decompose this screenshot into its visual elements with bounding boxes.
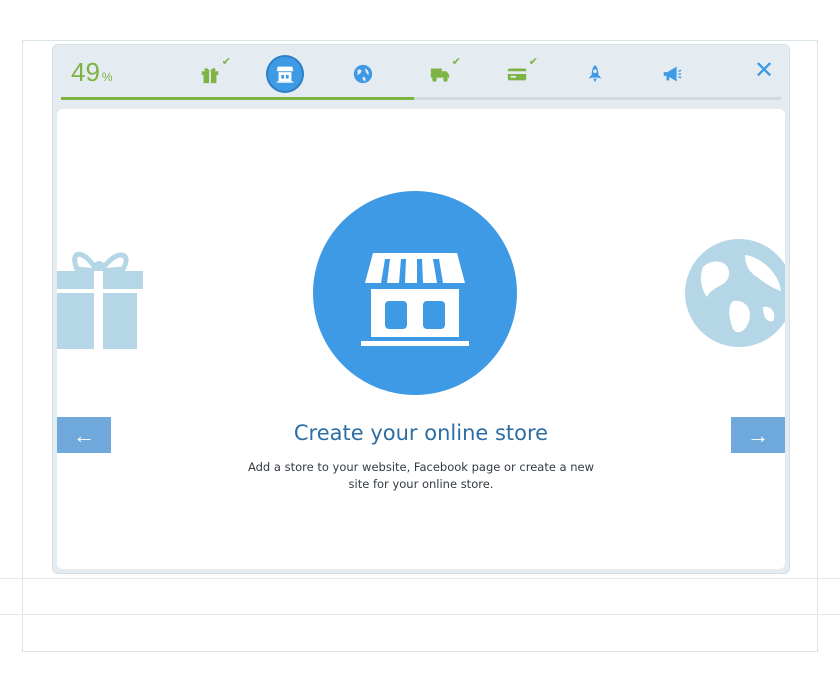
gift-icon [57, 251, 143, 349]
previous-button[interactable]: ← [57, 417, 111, 453]
next-button[interactable]: → [731, 417, 785, 453]
step-globe[interactable] [346, 57, 380, 91]
progress-percent: 49% [71, 57, 113, 88]
completed-check-icon: ✔ [221, 55, 231, 68]
globe-icon [353, 64, 373, 84]
megaphone-icon [663, 66, 682, 82]
step-delivery[interactable]: ✔ [423, 55, 461, 91]
step-gift[interactable]: ✔ [193, 55, 231, 91]
step-launch[interactable] [578, 57, 612, 91]
progress-unit: % [101, 70, 113, 84]
wizard-header: 49% ✔ ✔ ✔ ✕ [53, 45, 789, 101]
slide-title: Create your online store [293, 421, 549, 445]
progress-bar [61, 97, 781, 100]
step-payment[interactable]: ✔ [500, 55, 538, 91]
completed-check-icon: ✔ [451, 55, 461, 68]
divider [0, 578, 840, 579]
delivery-truck-icon [430, 68, 450, 82]
globe-icon [685, 239, 785, 347]
wizard-steps: ✔ ✔ ✔ [193, 55, 713, 91]
store-icon [276, 66, 294, 83]
close-button[interactable]: ✕ [751, 57, 777, 83]
arrow-right-icon: → [747, 423, 769, 448]
progress-value: 49 [71, 57, 100, 87]
gift-icon [201, 68, 219, 84]
hero-store-badge [313, 191, 517, 395]
step-store[interactable] [268, 57, 302, 91]
progress-bar-fill [61, 97, 414, 100]
completed-check-icon: ✔ [528, 55, 538, 68]
rocket-icon [588, 64, 602, 83]
payment-card-icon [507, 68, 527, 81]
slide-panel: Create your online store Add a store to … [57, 109, 785, 569]
step-promote[interactable] [655, 57, 689, 91]
store-icon [361, 253, 469, 346]
arrow-left-icon: ← [73, 423, 95, 448]
onboarding-modal: 49% ✔ ✔ ✔ ✕ Create your online store Add… [52, 44, 790, 574]
close-icon: ✕ [753, 56, 775, 84]
divider [0, 614, 840, 615]
slide-description: Add a store to your website, Facebook pa… [247, 460, 595, 491]
